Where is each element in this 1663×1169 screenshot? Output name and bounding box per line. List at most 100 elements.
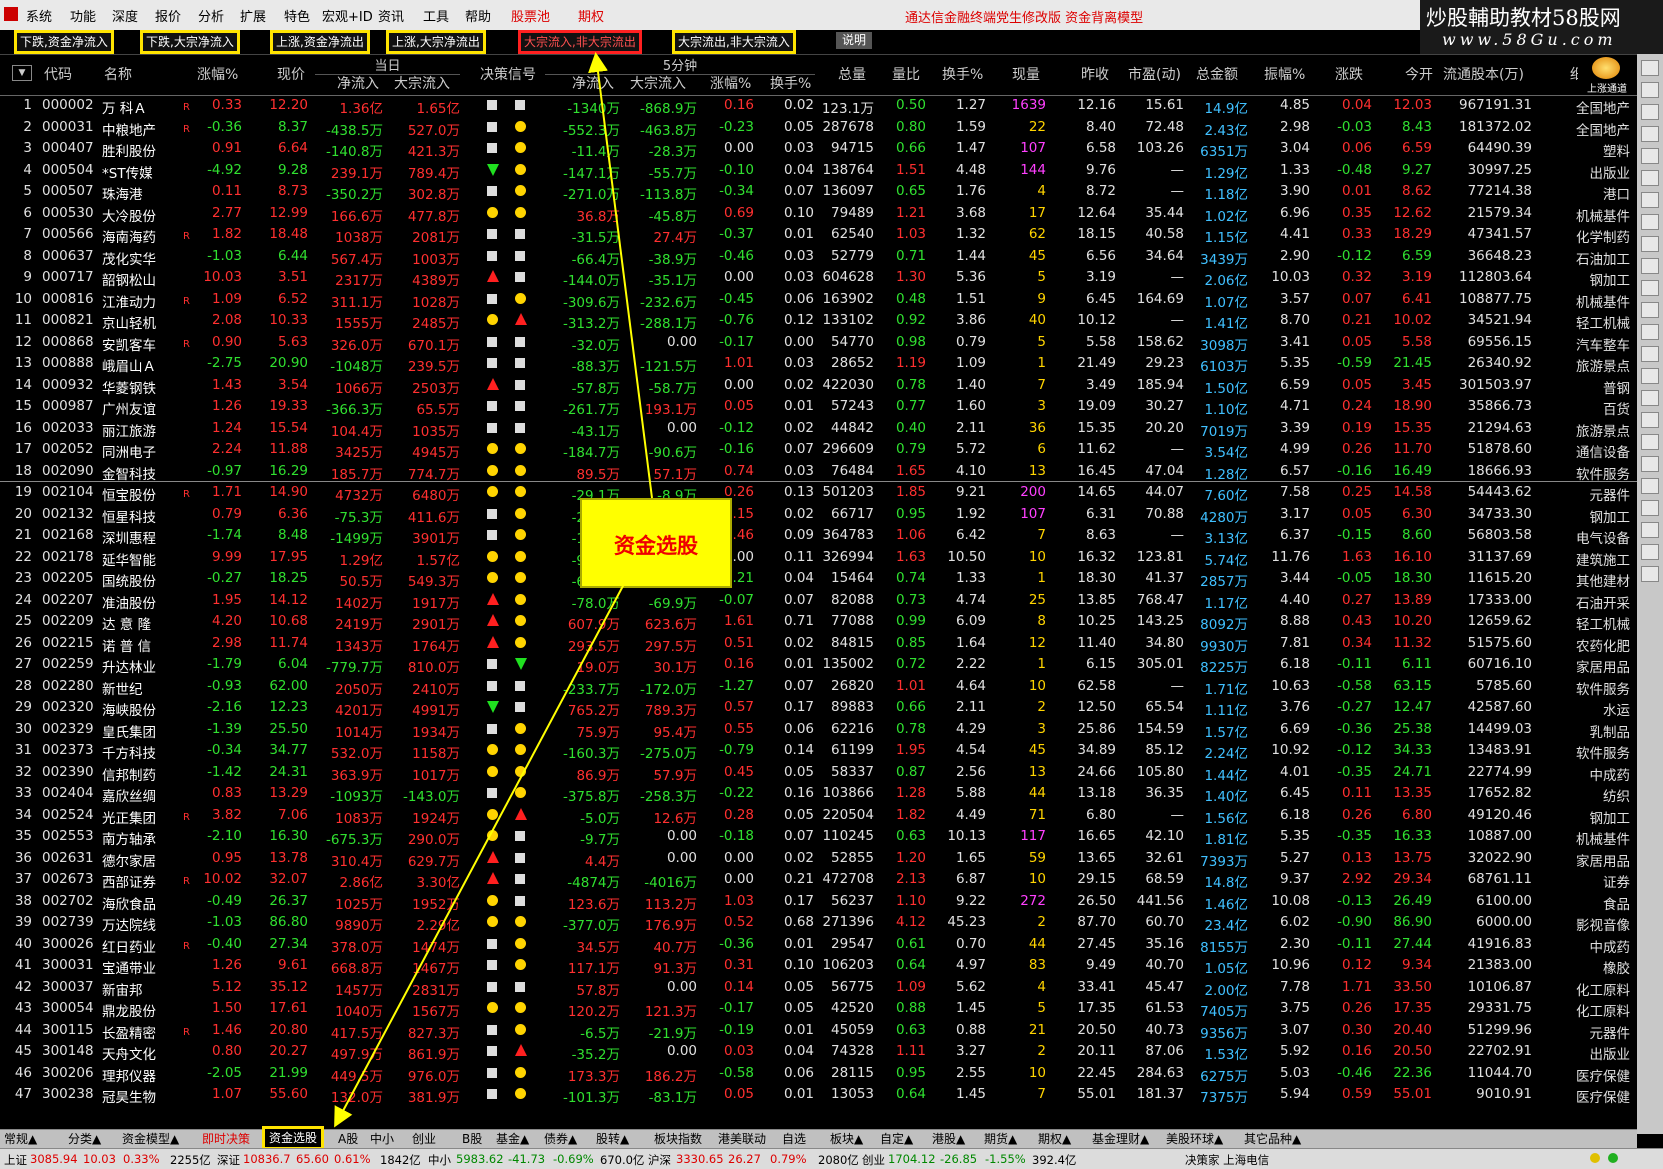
filter-tab-up-fund-outflow[interactable]: 上涨,资金净流出 [270,30,370,54]
table-row[interactable]: 46 300206 理邦仪器 -2.05 21.99 449.5万 976.0万 173.3万… [0,1062,1637,1085]
table-row[interactable]: 44 300115 长盈精密 R 1.46 20.80 417.5万 827.3万 -6.5万 -… [0,1019,1637,1042]
bottom-tab[interactable]: B股 [462,1131,482,1147]
col-price[interactable]: 现价 [277,64,305,84]
toolbar-tool-icon[interactable] [1641,104,1659,120]
toolbar-tool-icon[interactable] [1641,170,1659,186]
menu-system[interactable]: 系统 [26,6,52,25]
toolbar-tool-icon[interactable] [1641,456,1659,472]
bottom-tab[interactable]: 股转▲ [596,1131,629,1147]
col-volume[interactable]: 总量 [838,64,866,84]
bottom-tab[interactable]: 中小 [370,1131,394,1147]
bottom-tab[interactable]: 自选 [782,1131,806,1147]
filter-tab-block-in-nonblock-out[interactable]: 大宗流入,非大宗流出 [518,30,642,54]
filter-tab-block-out-nonblock-in[interactable]: 大宗流出,非大宗流入 [672,30,796,54]
menu-depth[interactable]: 深度 [112,6,138,25]
table-row[interactable]: 38 002702 海欣食品 -0.49 26.37 1025万 1952万 123.6万 11… [0,890,1637,913]
menu-news[interactable]: 资讯 [378,6,404,25]
table-row[interactable]: 11 000821 京山轻机 2.08 10.33 1555万 2485万 -313.2万 -2… [0,309,1637,332]
bottom-tab[interactable]: 创业 [412,1131,436,1147]
table-row[interactable]: 20002132恒星科技0.796.36-75.3万411.6万-26.3万-1… [0,503,1637,526]
bottom-tab[interactable]: 分类▲ [68,1131,101,1147]
table-row[interactable]: 42 300037 新宙邦 5.12 35.12 1457万 2831万 57.8万 0.00 0… [0,976,1637,999]
toolbar-tool-icon[interactable] [1641,522,1659,538]
toolbar-tool-icon[interactable] [1641,302,1659,318]
col-vol-ratio[interactable]: 量比 [892,64,920,84]
table-row[interactable]: 37 002673 西部证券 R 10.02 32.07 2.86亿 3.30亿 -4874万 -… [0,868,1637,891]
menu-quote[interactable]: 报价 [155,6,181,25]
col-5min-net-inflow[interactable]: 净流入 [572,73,614,93]
table-row[interactable]: 18 002090 金智科技 -0.97 16.29 185.7万 774.7万 89.5万 5… [0,460,1637,483]
table-row[interactable]: 1 000002 万 科Ａ R 0.33 12.20 1.36亿 1.65亿 -1340万 -86… [0,94,1637,117]
menu-extend[interactable]: 扩展 [240,6,266,25]
bottom-tab[interactable]: 板块▲ [830,1131,863,1147]
toolbar-tool-icon[interactable] [1641,126,1659,142]
toolbar-tool-icon[interactable] [1641,60,1659,76]
toolbar-tool-icon[interactable] [1641,148,1659,164]
toolbar-tool-icon[interactable] [1641,500,1659,516]
col-5min-block-inflow[interactable]: 大宗流入 [630,73,686,93]
table-row[interactable]: 5 000507 珠海港 0.11 8.73 -350.2万 302.8万 -271.0万 -1… [0,180,1637,203]
table-row[interactable]: 9 000717 韶钢松山 10.03 3.51 2317万 4389万 -144.0万 -35… [0,266,1637,289]
table-row[interactable]: 7 000566 海南海药 R 1.82 18.48 1038万 2081万 -31.5万 27.… [0,223,1637,246]
bottom-tab[interactable]: 板块指数 [654,1131,702,1147]
table-row[interactable]: 29 002320 海峡股份 -2.16 12.23 4201万 4991万 765.2万 78… [0,696,1637,719]
toolbar-tool-icon[interactable] [1641,280,1659,296]
help-button[interactable]: 说明 [836,32,873,49]
table-row[interactable]: 3 000407 胜利股份 0.91 6.64 -140.8万 421.3万 -11.4万 -2… [0,137,1637,160]
table-row[interactable]: 16 002033 丽江旅游 1.24 15.54 104.4万 1035万 -43.1万 0.… [0,417,1637,440]
table-row[interactable]: 41 300031 宝通带业 1.26 9.61 668.8万 1467万 117.1万 91.… [0,954,1637,977]
menu-analysis[interactable]: 分析 [198,6,224,25]
bottom-tab[interactable]: 资金模型▲ [122,1131,179,1147]
menu-feature[interactable]: 特色 [284,6,310,25]
toolbar-tool-icon[interactable] [1641,412,1659,428]
bottom-tab[interactable]: 期权▲ [1038,1131,1071,1147]
table-row[interactable]: 26 002215 诺 普 信 2.98 11.74 1343万 1764万 293.5万 29… [0,632,1637,655]
menu-help[interactable]: 帮助 [465,6,491,25]
toolbar-tool-icon[interactable] [1641,434,1659,450]
sort-toggle-icon[interactable]: ▼ [12,65,32,81]
table-row[interactable]: 30 002329 皇氏集团 -1.39 25.50 1014万 1934万 75.9万 95.… [0,718,1637,741]
table-row[interactable]: 6 000530 大冷股份 2.77 12.99 166.6万 477.8万 36.8万 -45… [0,202,1637,225]
bottom-tab[interactable]: 期货▲ [984,1131,1017,1147]
col-amount[interactable]: 总金额 [1196,64,1238,84]
table-row[interactable]: 15 000987 广州友谊 1.26 19.33 -366.3万 65.5万 -261.7万… [0,395,1637,418]
table-row[interactable]: 35 002553 南方轴承 -2.10 16.30 -675.3万 290.0万 -9.7万… [0,825,1637,848]
bottom-tab[interactable]: 资金选股 [262,1126,325,1150]
bottom-tab[interactable]: 即时决策 [202,1131,250,1147]
toolbar-tool-icon[interactable] [1641,478,1659,494]
menu-tools[interactable]: 工具 [423,6,449,25]
col-5min-change[interactable]: 涨幅% [710,73,751,93]
col-updown[interactable]: 涨跌 [1335,64,1363,84]
toolbar-tool-icon[interactable] [1641,236,1659,252]
menu-macro[interactable]: 宏观+ID [322,6,373,25]
menu-stock-pool[interactable]: 股票池 [511,6,550,25]
col-change-pct[interactable]: 涨幅% [197,64,238,84]
toolbar-tool-icon[interactable] [1641,346,1659,362]
col-current-vol[interactable]: 现量 [1012,64,1040,84]
filter-tab-down-block-inflow[interactable]: 下跌,大宗净流入 [140,30,240,54]
table-row[interactable]: 8 000637 茂化实华 -1.03 6.44 567.4万 1003万 -66.4万 -38… [0,245,1637,268]
bottom-tab[interactable]: 港美联动 [718,1131,766,1147]
bottom-tab[interactable]: 港股▲ [932,1131,965,1147]
table-row[interactable]: 47 300238 冠昊生物 1.07 55.60 132.0万 381.9万 -101.3万… [0,1083,1637,1106]
table-row[interactable]: 23002205国统股份-0.2718.2550.5万549.3万-68.5万-… [0,567,1637,590]
table-row[interactable]: 32 002390 信邦制药 -1.42 24.31 363.9万 1017万 86.9万 57… [0,761,1637,784]
table-row[interactable]: 14 000932 华菱钢铁 1.43 3.54 1066万 2503万 -57.8万 -58.… [0,374,1637,397]
col-pe[interactable]: 市盈(动) [1128,64,1181,84]
table-row[interactable]: 25 002209 达 意 隆 4.20 10.68 2419万 2901万 607.9万 62… [0,610,1637,633]
menu-function[interactable]: 功能 [70,6,96,25]
status-broker[interactable]: 决策家 上海电信 [1185,1152,1269,1168]
table-row[interactable]: 31 002373 千方科技 -0.34 34.77 532.0万 1158万 -160.3万… [0,739,1637,762]
bottom-tab[interactable]: A股 [338,1131,358,1147]
table-row[interactable]: 17 002052 同洲电子 2.24 11.88 3425万 4945万 -184.7万 -9… [0,438,1637,461]
col-prev-close[interactable]: 昨收 [1081,64,1109,84]
filter-tab-up-block-outflow[interactable]: 上涨,大宗净流出 [386,30,486,54]
toolbar-tool-icon[interactable] [1641,258,1659,274]
col-amplitude[interactable]: 振幅% [1264,64,1305,84]
bottom-tab[interactable]: 常规▲ [4,1131,37,1147]
menu-options[interactable]: 期权 [578,6,604,25]
col-code[interactable]: 代码 [44,64,72,84]
col-float-shares[interactable]: 流通股本(万) [1443,64,1524,84]
toolbar-tool-icon[interactable] [1641,192,1659,208]
bottom-tab[interactable]: 自定▲ [880,1131,913,1147]
